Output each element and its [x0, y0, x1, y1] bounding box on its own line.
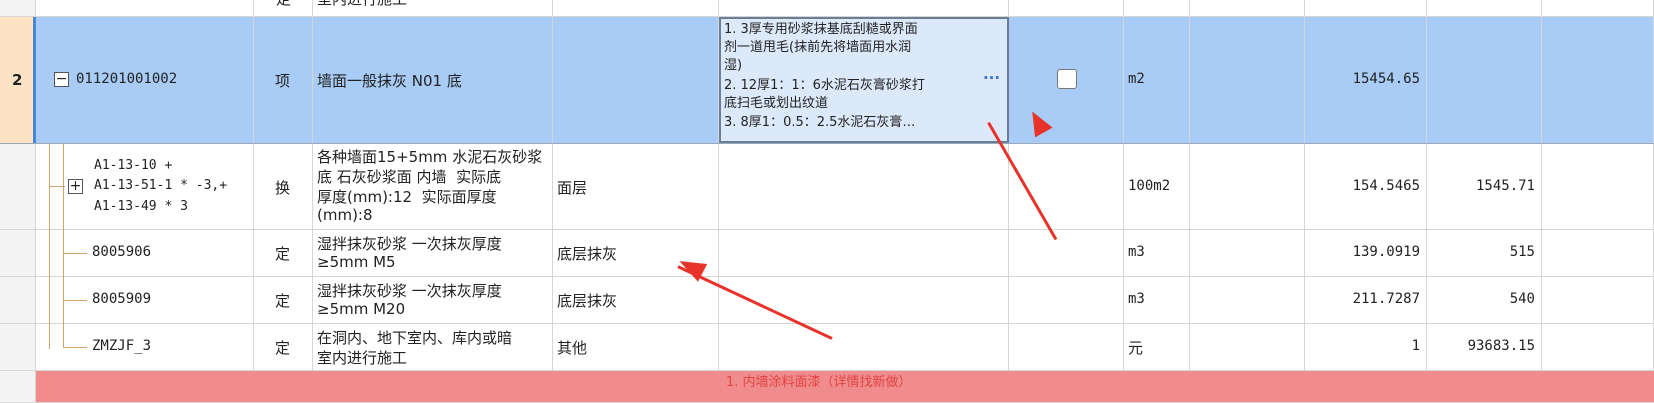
- name-line: ≥5mm M5: [317, 253, 396, 271]
- code-line: A1-13-49 * 3: [94, 199, 188, 214]
- code-cell: 8005906: [92, 244, 152, 260]
- name-line: (mm):8: [317, 206, 373, 224]
- type-cell: 定: [275, 339, 291, 357]
- name-line: 室内进行施工: [317, 349, 408, 367]
- table-row-selected[interactable]: 2 − 011201001002 项 墙面一般抹灰 N01 底 1. 3厚专用砂…: [0, 17, 1654, 144]
- feature-cell: 1. 内墙涂料面漆（详情找新做）: [726, 375, 912, 390]
- name-line: 各种墙面15+5mm 水泥石灰砂浆: [317, 148, 543, 166]
- type-cell: 项: [275, 72, 291, 90]
- expand-toggle[interactable]: +: [68, 178, 83, 194]
- price-cell: 540: [1509, 291, 1535, 307]
- code-cell: 011201001002: [76, 71, 178, 87]
- tree-line: [63, 300, 87, 301]
- price-cell: 515: [1509, 244, 1535, 260]
- feature-line: 底扫毛或划出纹道: [724, 96, 829, 111]
- type-cell: 定: [276, 0, 291, 9]
- quantity-cell: 154.5465: [1352, 178, 1420, 194]
- code-cell: ZMZJF_3: [92, 338, 152, 354]
- name-line: 湿拌抹灰砂浆 一次抹灰厚度: [317, 282, 502, 300]
- quantity-cell: 1: [1411, 338, 1420, 354]
- type-cell: 换: [275, 179, 291, 197]
- name-line: 厚度(mm):12 实际面厚度: [317, 188, 497, 206]
- feature-line: 湿): [724, 58, 743, 73]
- unit-cell: 100m2: [1128, 178, 1171, 194]
- name-line: 在洞内、地下室内、库内或暗: [317, 329, 513, 347]
- checkbox[interactable]: [1057, 69, 1077, 89]
- table-row[interactable]: 8005906 定 湿拌抹灰砂浆 一次抹灰厚度 ≥5mm M5 底层抹灰 m3 …: [0, 230, 1654, 277]
- tree-line: [49, 144, 50, 349]
- quantity-cell: 211.7287: [1352, 291, 1420, 307]
- quantity-cell: 139.0919: [1352, 244, 1420, 260]
- code-cell: 8005909: [92, 291, 152, 307]
- name-line: ≥5mm M20: [317, 300, 406, 318]
- name-cell: 墙面一般抹灰 N01 底: [317, 72, 462, 90]
- layer-cell: 其他: [557, 339, 588, 357]
- type-cell: 定: [275, 245, 291, 263]
- price-cell: 93683.15: [1467, 338, 1535, 354]
- code-line: A1-13-51-1 * -3,+: [94, 178, 228, 193]
- table-row-top-partial[interactable]: 定 室内进行施工 ​: [0, 0, 1654, 17]
- unit-cell: m3: [1128, 291, 1145, 307]
- tree-line: [63, 347, 87, 348]
- feature-line: 2. 12厚1：1：6水泥石灰膏砂浆打: [724, 78, 925, 93]
- unit-cell: m3: [1128, 244, 1145, 260]
- table-row-highlighted[interactable]: 1. 内墙涂料面漆（详情找新做）: [0, 371, 1654, 403]
- name-line: 底 石灰砂浆面 内墙 实际底: [317, 168, 502, 186]
- table-row[interactable]: ZMZJF_3 定 在洞内、地下室内、库内或暗 室内进行施工 其他 元 1 93…: [0, 324, 1654, 371]
- code-line: A1-13-10 +: [94, 158, 173, 173]
- quantity-cell: 15454.65: [1352, 71, 1420, 87]
- layer-cell: 底层抹灰: [557, 245, 618, 263]
- row-number: 2: [12, 71, 23, 89]
- layer-cell: 面层: [557, 179, 588, 197]
- unit-cell: 元: [1128, 339, 1144, 357]
- collapse-toggle[interactable]: −: [54, 71, 69, 87]
- bill-of-quantities-grid: 定 室内进行施工 ​ 2 − 011201001002 项 墙面一般抹灰 N01…: [0, 0, 1654, 403]
- feature-line: 3. 8厚1：0.5：2.5水泥石灰膏…: [724, 115, 916, 130]
- price-cell: 1545.71: [1475, 178, 1535, 194]
- more-button[interactable]: ···: [983, 69, 1000, 87]
- name-line: 湿拌抹灰砂浆 一次抹灰厚度: [317, 235, 502, 253]
- feature-line: 1. 3厚专用砂浆抹基底刮糙或界面: [724, 22, 918, 37]
- layer-cell: 底层抹灰: [557, 292, 618, 310]
- tree-line: [63, 144, 64, 348]
- type-cell: 定: [275, 292, 291, 310]
- feature-line: 剂一道甩毛(抹前先将墙面用水润: [724, 40, 912, 55]
- table-row[interactable]: + A1-13-10 + A1-13-51-1 * -3,+ A1-13-49 …: [0, 144, 1654, 230]
- feature-editor[interactable]: 1. 3厚专用砂浆抹基底刮糙或界面 剂一道甩毛(抹前先将墙面用水润 湿) 2. …: [719, 17, 1009, 143]
- unit-cell: m2: [1128, 71, 1145, 87]
- tree-line: [63, 253, 87, 254]
- name-cell: 室内进行施工: [317, 0, 407, 9]
- table-row[interactable]: 8005909 定 湿拌抹灰砂浆 一次抹灰厚度 ≥5mm M20 底层抹灰 m3…: [0, 277, 1654, 324]
